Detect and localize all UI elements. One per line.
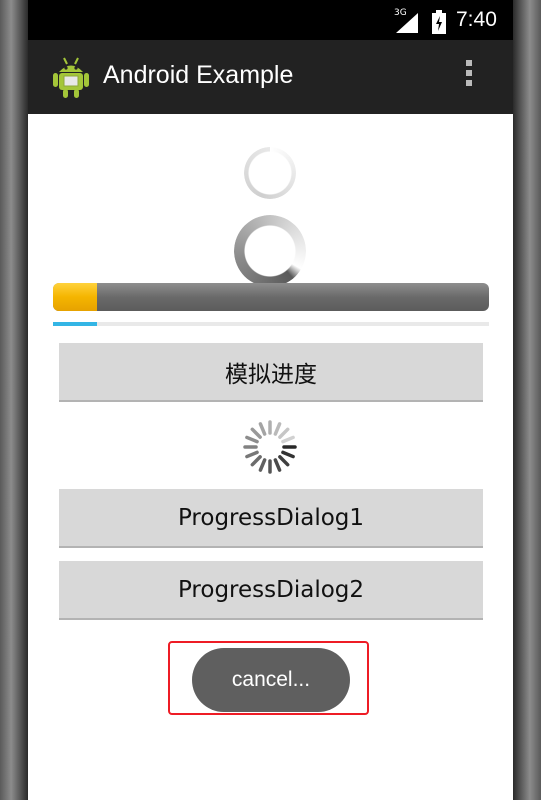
clock: 7:40 [456, 8, 497, 31]
battery-icon [432, 10, 446, 34]
spinner-tick [245, 450, 259, 459]
spinner-tick [250, 455, 262, 467]
small-spinner [244, 147, 296, 199]
app-title: Android Example [103, 61, 294, 89]
overflow-menu-icon[interactable] [460, 58, 478, 94]
signal-icon [396, 13, 418, 33]
spinner-tick [258, 422, 267, 436]
spinner-tick [281, 435, 295, 444]
horizontal-progress-bar [53, 283, 489, 311]
spinner-tick [273, 458, 282, 472]
progress-fill [53, 283, 97, 311]
device-frame-right [513, 0, 541, 800]
spinner-tick [278, 455, 290, 467]
cancel-toast: cancel... [192, 648, 350, 712]
android-robot-icon [53, 57, 89, 98]
spinner-tick [278, 427, 290, 439]
thin-progress-bar [53, 322, 489, 326]
spinner-tick [281, 450, 295, 459]
spinner-tick [273, 422, 282, 436]
thin-progress-fill [53, 322, 97, 326]
device-frame-left [0, 0, 28, 800]
status-bar: 3G 7:40 [28, 0, 513, 40]
large-spinner [234, 215, 306, 287]
app-screen: 3G 7:40 Android Example 模拟进度 ProgressDia… [28, 0, 513, 800]
spinner-tick [258, 458, 267, 472]
dotted-spinner-icon [243, 420, 297, 474]
simulate-progress-button[interactable]: 模拟进度 [59, 343, 483, 402]
spinner-tick [250, 427, 262, 439]
progress-dialog1-button[interactable]: ProgressDialog1 [59, 489, 483, 548]
spinner-tick [245, 435, 259, 444]
progress-dialog2-button[interactable]: ProgressDialog2 [59, 561, 483, 620]
action-bar: Android Example [28, 40, 513, 114]
